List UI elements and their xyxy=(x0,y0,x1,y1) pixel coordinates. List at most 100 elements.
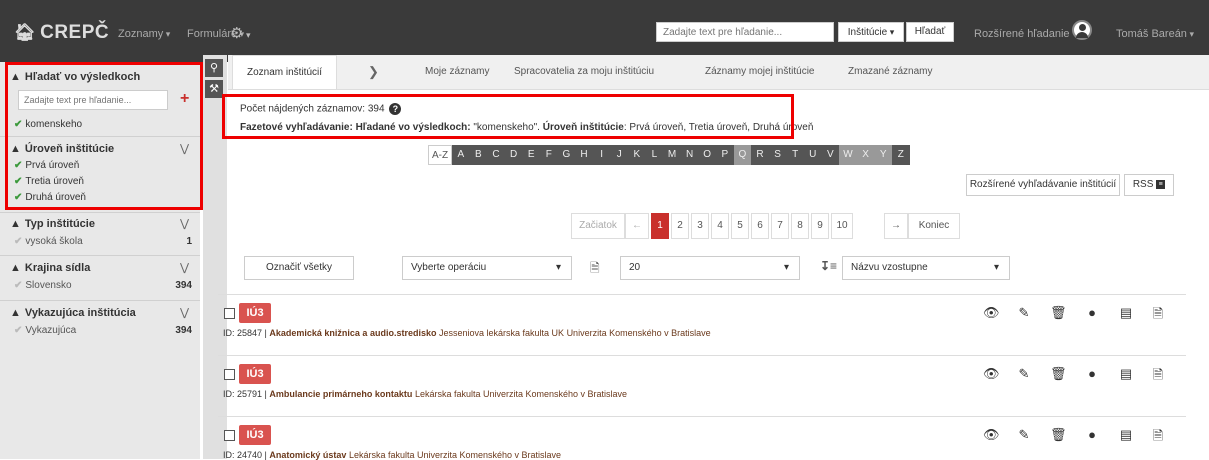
alphabet-letter[interactable]: Y xyxy=(874,145,892,165)
tab-my-records[interactable]: Moje záznamy xyxy=(425,55,489,89)
document-icon[interactable]: 🗎︎ xyxy=(1150,366,1166,388)
pager-start[interactable]: Začiatok xyxy=(571,213,625,239)
tools-icon[interactable]: ⚒ xyxy=(205,80,223,98)
pager-page[interactable]: 10 xyxy=(831,213,853,239)
alphabet-letter[interactable]: O xyxy=(698,145,716,165)
alphabet-letter[interactable]: E xyxy=(522,145,540,165)
facet-search-input[interactable] xyxy=(19,91,167,109)
facet-level-header[interactable]: ▲ Úroveň inštitúcie xyxy=(10,143,114,155)
brand-logo[interactable]: 🏠︎ CREPČ xyxy=(14,22,109,44)
search-button[interactable]: Hľadať xyxy=(906,22,954,42)
record-title[interactable]: Ambulancie primárneho kontaktu xyxy=(269,389,412,399)
pager-page[interactable]: 4 xyxy=(711,213,729,239)
table-icon[interactable]: ▤ xyxy=(1118,427,1134,443)
institution-select[interactable]: Inštitúcie xyxy=(838,22,904,42)
facet-item[interactable]: ✔ Druhá úroveň xyxy=(14,192,86,203)
delete-icon[interactable]: 🗑︎ xyxy=(1050,305,1067,321)
delete-icon[interactable]: 🗑︎ xyxy=(1050,427,1067,443)
collapse-icon[interactable]: ⋁ xyxy=(180,217,189,230)
alphabet-letter[interactable]: J xyxy=(610,145,628,165)
pager-page[interactable]: 2 xyxy=(671,213,689,239)
pager-page[interactable]: 8 xyxy=(791,213,809,239)
alphabet-letter[interactable]: A xyxy=(452,145,470,165)
facet-search-field[interactable] xyxy=(18,90,168,110)
view-icon[interactable]: 👁︎ xyxy=(983,305,1000,321)
collapse-icon[interactable]: ⋁ xyxy=(180,261,189,274)
pager-page[interactable]: 6 xyxy=(751,213,769,239)
facet-item[interactable]: ✔ Prvá úroveň xyxy=(14,160,79,171)
alphabet-letter[interactable]: W xyxy=(839,145,857,165)
alphabet-letter[interactable]: B xyxy=(470,145,488,165)
record-checkbox[interactable] xyxy=(224,308,235,319)
alphabet-letter[interactable]: S xyxy=(769,145,787,165)
alphabet-letter[interactable]: P xyxy=(716,145,734,165)
alphabet-letter[interactable]: D xyxy=(505,145,523,165)
alphabet-letter[interactable]: T xyxy=(786,145,804,165)
user-menu[interactable]: Tomáš Bareán xyxy=(1116,28,1194,40)
record-link[interactable]: Lekárska fakulta xyxy=(415,389,481,399)
alphabet-letter[interactable]: G xyxy=(558,145,576,165)
alphabet-letter[interactable]: L xyxy=(646,145,664,165)
facet-item[interactable]: ✔ vysoká škola xyxy=(14,236,83,247)
alphabet-letter[interactable]: X xyxy=(856,145,875,165)
add-term-icon[interactable]: + xyxy=(180,90,189,108)
view-icon[interactable]: 👁︎ xyxy=(983,427,1000,443)
alphabet-letter[interactable]: Q xyxy=(733,145,752,165)
sort-select[interactable]: Názvu vzostupne xyxy=(842,256,1010,280)
pager-end[interactable]: Koniec xyxy=(908,213,960,239)
help-icon[interactable]: ? xyxy=(389,103,402,115)
advanced-institutions-button[interactable]: Rozšírené vyhľadávanie inštitúcií xyxy=(966,174,1120,196)
comment-icon[interactable]: ● xyxy=(1084,366,1100,381)
pager-page[interactable]: 5 xyxy=(731,213,749,239)
tab-deleted-records[interactable]: Zmazané záznamy xyxy=(848,55,932,89)
facet-term-komenskeho[interactable]: ✔ komenskeho xyxy=(14,119,82,130)
search-icon[interactable]: ⚲ xyxy=(205,59,223,77)
user-avatar-icon[interactable] xyxy=(1072,20,1092,40)
pager-page[interactable]: 3 xyxy=(691,213,709,239)
facet-item[interactable]: ✔ Vykazujúca xyxy=(14,325,76,336)
global-search-input[interactable] xyxy=(657,23,833,41)
menu-zoznamy[interactable]: Zoznamy xyxy=(118,28,170,40)
pager-next[interactable]: → xyxy=(884,213,908,239)
collapse-icon[interactable]: ⋁ xyxy=(180,306,189,319)
advanced-search-link[interactable]: Rozšírené hľadanie xyxy=(974,28,1070,40)
global-search-field[interactable] xyxy=(656,22,834,42)
alphabet-letter[interactable]: Z xyxy=(892,145,910,165)
pager-page[interactable]: 9 xyxy=(811,213,829,239)
pager-page[interactable]: 7 xyxy=(771,213,789,239)
alphabet-letter[interactable]: V xyxy=(822,145,840,165)
select-all-button[interactable]: Označiť všetky xyxy=(244,256,354,280)
alphabet-letter[interactable]: I xyxy=(593,145,611,165)
alphabet-letter[interactable]: M xyxy=(663,145,681,165)
edit-icon[interactable]: ✎ xyxy=(1016,427,1032,443)
pager-prev[interactable]: ← xyxy=(625,213,649,239)
facet-country-header[interactable]: ▲ Krajina sídla xyxy=(10,262,90,274)
facet-search-results-header[interactable]: ▲ Hľadať vo výsledkoch xyxy=(10,71,140,83)
record-checkbox[interactable] xyxy=(224,430,235,441)
collapse-icon[interactable]: ⋁ xyxy=(180,142,189,155)
operation-select[interactable]: Vyberte operáciu xyxy=(402,256,572,280)
view-icon[interactable]: 👁︎ xyxy=(983,366,1000,382)
facet-reporting-header[interactable]: ▲ Vykazujúca inštitúcia xyxy=(10,307,136,319)
record-link[interactable]: Jesseniova lekárska fakulta UK xyxy=(439,328,564,338)
record-title[interactable]: Akademická knižnica a audio.stredisko xyxy=(269,328,436,338)
page-size-select[interactable]: 20 xyxy=(620,256,800,280)
comment-icon[interactable]: ● xyxy=(1084,427,1100,442)
tab-institutions[interactable]: Zoznam inštitúcií xyxy=(232,55,338,89)
facet-item[interactable]: ✔ Slovensko xyxy=(14,280,72,291)
alphabet-letter[interactable]: R xyxy=(751,145,769,165)
tab-processors[interactable]: Spracovatelia za moju inštitúciu xyxy=(514,55,654,89)
edit-icon[interactable]: ✎ xyxy=(1016,366,1032,382)
edit-icon[interactable]: ✎ xyxy=(1016,305,1032,321)
gear-icon[interactable]: ⚙ xyxy=(230,24,250,42)
comment-icon[interactable]: ● xyxy=(1084,305,1100,320)
alphabet-letter[interactable]: U xyxy=(804,145,822,165)
alphabet-letter[interactable]: K xyxy=(628,145,646,165)
record-link[interactable]: Univerzita Komenského v Bratislave xyxy=(483,389,627,399)
document-icon[interactable]: 🗎︎ xyxy=(1150,427,1166,449)
alphabet-letter[interactable]: C xyxy=(487,145,505,165)
record-link[interactable]: Univerzita Komenského v Bratislave xyxy=(567,328,711,338)
facet-item[interactable]: ✔ Tretia úroveň xyxy=(14,176,84,187)
alphabet-letter[interactable]: F xyxy=(540,145,558,165)
document-icon[interactable]: 🗎︎ xyxy=(1150,305,1166,327)
